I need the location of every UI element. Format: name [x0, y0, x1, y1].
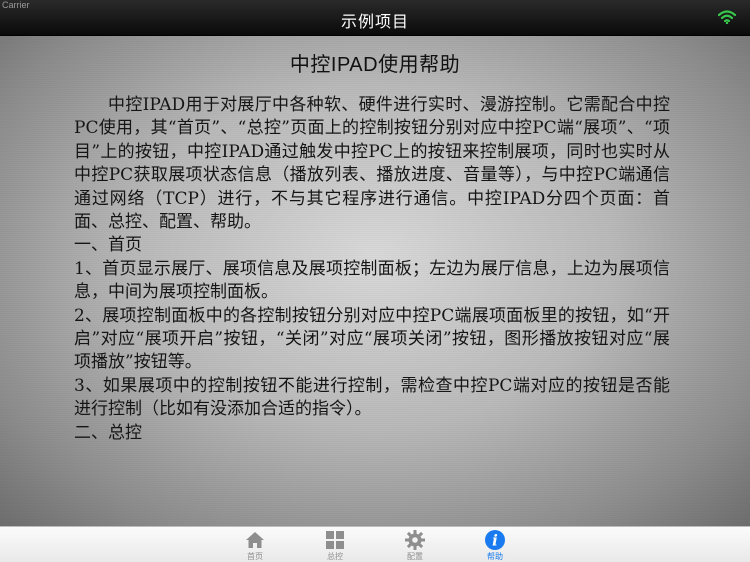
tab-home-label: 首页: [247, 552, 263, 561]
home-item-3: 3、如果展项中的控制按钮不能进行控制，需检查中控PC端对应的按钮是否能进行控制（…: [74, 375, 670, 420]
svg-text:i: i: [492, 532, 498, 550]
tab-settings-label: 配置: [407, 552, 423, 561]
grid-icon: [326, 531, 344, 549]
home-item-2: 2、展项控制面板中的各控制按钮分别对应中控PC端展项面板里的按钮，如“开启”对应…: [74, 305, 670, 373]
tab-help[interactable]: i 帮助: [465, 529, 525, 561]
help-title: 中控IPAD使用帮助: [289, 54, 461, 76]
tab-master-control-label: 总控: [327, 552, 343, 561]
tab-settings[interactable]: 配置: [385, 529, 445, 561]
ipad-screen: Carrier 示例项目 中控IPAD使用帮助 中控IPAD用于对展厅中各种软、…: [0, 0, 750, 562]
help-text: 中控IPAD用于对展厅中各种软、硬件进行实时、漫游控制。它需配合中控PC使用，其…: [74, 94, 670, 445]
home-item-1: 1、首页显示展厅、展项信息及展项控制面板；左边为展厅信息，上边为展项信息，中间为…: [74, 258, 670, 303]
tab-home[interactable]: 首页: [225, 529, 285, 561]
gear-icon: [405, 530, 425, 550]
tab-master-control[interactable]: 总控: [305, 529, 365, 561]
page-title: 示例项目: [340, 12, 409, 31]
section-heading-home: 一、首页: [74, 235, 142, 256]
tab-bar: 首页 总控 配置 i 帮助: [0, 526, 750, 562]
info-icon: i: [485, 530, 505, 550]
tab-help-label: 帮助: [487, 552, 503, 561]
intro-paragraph: 中控IPAD用于对展厅中各种软、硬件进行实时、漫游控制。它需配合中控PC使用，其…: [74, 95, 670, 233]
navigation-bar: Carrier 示例项目: [0, 0, 750, 36]
home-icon: [246, 532, 264, 548]
section-heading-control: 二、总控: [74, 422, 142, 443]
help-content[interactable]: 中控IPAD使用帮助 中控IPAD用于对展厅中各种软、硬件进行实时、漫游控制。它…: [0, 36, 750, 526]
wifi-icon: [718, 10, 736, 24]
